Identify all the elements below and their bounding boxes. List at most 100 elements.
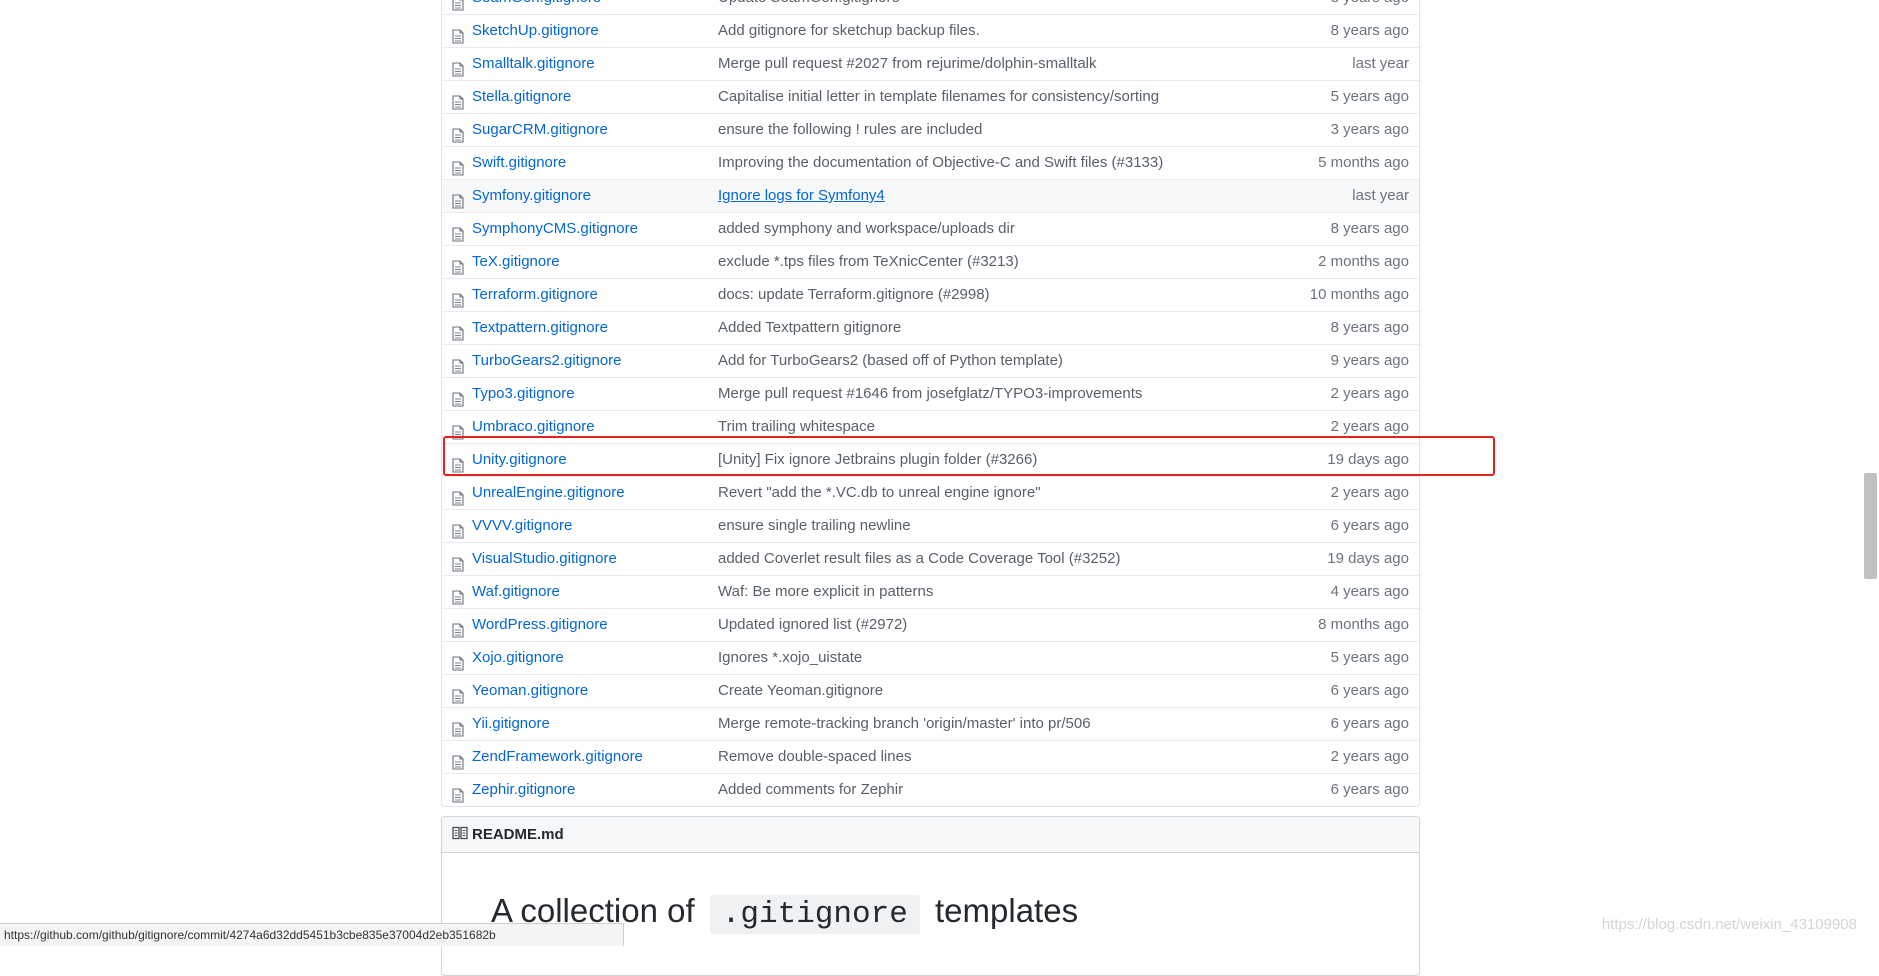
file-row[interactable]: SymphonyCMS.gitignore added symphony and …: [442, 212, 1419, 245]
commit-message-link[interactable]: Waf: Be more explicit in patterns: [718, 576, 933, 608]
commit-message-link[interactable]: exclude *.tps files from TeXnicCenter (#…: [718, 246, 1019, 278]
commit-message-link[interactable]: Add for TurboGears2 (based off of Python…: [718, 345, 1063, 377]
commit-message-link[interactable]: Create Yeoman.gitignore: [718, 675, 883, 707]
commit-message-link[interactable]: docs: update Terraform.gitignore (#2998): [718, 279, 990, 311]
file-icon: [452, 717, 464, 737]
commit-message-link[interactable]: ensure single trailing newline: [718, 510, 911, 542]
file-name-link[interactable]: Yii.gitignore: [472, 708, 550, 740]
file-row[interactable]: Waf.gitignore Waf: Be more explicit in pa…: [442, 575, 1419, 608]
file-icon: [452, 354, 464, 374]
commit-age: 6 years ago: [1330, 715, 1409, 732]
file-name-link[interactable]: Unity.gitignore: [472, 444, 567, 476]
page-scrollbar[interactable]: [1862, 0, 1879, 946]
file-name-link[interactable]: SymphonyCMS.gitignore: [472, 213, 638, 245]
file-row[interactable]: Xojo.gitignore Ignores *.xojo_uistate 5 ye…: [442, 641, 1419, 674]
commit-age: 8 months ago: [1318, 616, 1409, 633]
file-name-link[interactable]: Smalltalk.gitignore: [472, 48, 595, 80]
commit-message-link[interactable]: Update SeamGen.gitignore: [718, 0, 900, 14]
file-name-link[interactable]: ZendFramework.gitignore: [472, 741, 643, 773]
commit-message-link[interactable]: Ignores *.xojo_uistate: [718, 642, 862, 674]
file-name-link[interactable]: Yeoman.gitignore: [472, 675, 588, 707]
file-name-link[interactable]: Zephir.gitignore: [472, 774, 575, 806]
file-row[interactable]: VisualStudio.gitignore added Coverlet res…: [442, 542, 1419, 575]
file-row[interactable]: ZendFramework.gitignore Remove double-spa…: [442, 740, 1419, 773]
commit-message-link[interactable]: Add gitignore for sketchup backup files.: [718, 15, 980, 47]
file-name-link[interactable]: UnrealEngine.gitignore: [472, 477, 625, 509]
file-row[interactable]: Typo3.gitignore Merge pull request #1646 …: [442, 377, 1419, 410]
file-name-link[interactable]: Textpattern.gitignore: [472, 312, 608, 344]
file-icon: [452, 90, 464, 110]
file-row[interactable]: SketchUp.gitignore Add gitignore for sket…: [442, 14, 1419, 47]
file-name-link[interactable]: WordPress.gitignore: [472, 609, 608, 641]
commit-message-link[interactable]: Merge remote-tracking branch 'origin/mas…: [718, 708, 1091, 740]
commit-message-link[interactable]: Remove double-spaced lines: [718, 741, 911, 773]
file-row[interactable]: WordPress.gitignore Updated ignored list …: [442, 608, 1419, 641]
file-name-link[interactable]: SketchUp.gitignore: [472, 15, 599, 47]
file-name-link[interactable]: Stella.gitignore: [472, 81, 571, 113]
file-name-link[interactable]: Xojo.gitignore: [472, 642, 564, 674]
file-row[interactable]: Smalltalk.gitignore Merge pull request #2…: [442, 47, 1419, 80]
file-row[interactable]: UnrealEngine.gitignore Revert "add the *.…: [442, 476, 1419, 509]
file-name-link[interactable]: Typo3.gitignore: [472, 378, 575, 410]
file-name-link[interactable]: SugarCRM.gitignore: [472, 114, 608, 146]
commit-age: 2 months ago: [1318, 253, 1409, 270]
readme-filename: README.md: [472, 826, 564, 843]
file-icon: [452, 387, 464, 407]
file-row[interactable]: Unity.gitignore [Unity] Fix ignore Jetbra…: [442, 443, 1419, 476]
commit-message-link[interactable]: Added comments for Zephir: [718, 774, 903, 806]
file-name-link[interactable]: Symfony.gitignore: [472, 180, 591, 212]
file-row[interactable]: VVVV.gitignore ensure single trailing new…: [442, 509, 1419, 542]
commit-message-link[interactable]: Added Textpattern gitignore: [718, 312, 901, 344]
commit-message-link[interactable]: Improving the documentation of Objective…: [718, 147, 1163, 179]
file-row[interactable]: Terraform.gitignore docs: update Terrafor…: [442, 278, 1419, 311]
commit-message-link[interactable]: Trim trailing whitespace: [718, 411, 875, 443]
commit-message-link[interactable]: Capitalise initial letter in template fi…: [718, 81, 1159, 113]
readme-title-code: .gitignore: [709, 895, 920, 934]
file-row[interactable]: Symfony.gitignore Ignore logs for Symfony…: [442, 179, 1419, 212]
file-row[interactable]: SugarCRM.gitignore ensure the following !…: [442, 113, 1419, 146]
commit-age: last year: [1352, 187, 1409, 204]
file-icon: [452, 750, 464, 770]
file-row[interactable]: Textpattern.gitignore Added Textpattern g…: [442, 311, 1419, 344]
book-icon: [452, 818, 468, 853]
commit-age: 6 years ago: [1330, 781, 1409, 798]
commit-age: 6 years ago: [1330, 517, 1409, 534]
file-icon: [452, 453, 464, 473]
commit-message-link[interactable]: [Unity] Fix ignore Jetbrains plugin fold…: [718, 444, 1037, 476]
file-name-link[interactable]: Terraform.gitignore: [472, 279, 598, 311]
file-row[interactable]: SeamGen.gitignore Update SeamGen.gitignor…: [442, 0, 1419, 14]
file-row[interactable]: Yeoman.gitignore Create Yeoman.gitignore 6…: [442, 674, 1419, 707]
file-name-link[interactable]: VVVV.gitignore: [472, 510, 572, 542]
file-name-link[interactable]: SeamGen.gitignore: [472, 0, 601, 14]
file-name-link[interactable]: Swift.gitignore: [472, 147, 566, 179]
readme-panel: README.md A collection of .gitignore tem…: [441, 816, 1420, 976]
file-row[interactable]: TurboGears2.gitignore Add for TurboGears2…: [442, 344, 1419, 377]
file-row[interactable]: Zephir.gitignore Added comments for Zephi…: [442, 773, 1419, 806]
commit-age: 3 years ago: [1330, 121, 1409, 138]
commit-message-link[interactable]: Revert "add the *.VC.db to unreal engine…: [718, 477, 1041, 509]
commit-age: 8 years ago: [1330, 22, 1409, 39]
file-icon: [452, 618, 464, 638]
commit-age: 5 months ago: [1318, 154, 1409, 171]
file-name-link[interactable]: TurboGears2.gitignore: [472, 345, 622, 377]
commit-message-link[interactable]: Ignore logs for Symfony4: [718, 180, 885, 212]
file-name-link[interactable]: Umbraco.gitignore: [472, 411, 595, 443]
file-row[interactable]: Stella.gitignore Capitalise initial lette…: [442, 80, 1419, 113]
commit-age: 9 years ago: [1330, 352, 1409, 369]
commit-message-link[interactable]: added Coverlet result files as a Code Co…: [718, 543, 1120, 575]
commit-message-link[interactable]: Updated ignored list (#2972): [718, 609, 907, 641]
commit-message-link[interactable]: added symphony and workspace/uploads dir: [718, 213, 1015, 245]
readme-header: README.md: [442, 817, 1419, 853]
file-name-link[interactable]: TeX.gitignore: [472, 246, 560, 278]
commit-message-link[interactable]: Merge pull request #2027 from rejurime/d…: [718, 48, 1097, 80]
scrollbar-thumb[interactable]: [1864, 473, 1877, 579]
readme-title-suffix: templates: [935, 892, 1079, 929]
file-name-link[interactable]: Waf.gitignore: [472, 576, 560, 608]
commit-message-link[interactable]: Merge pull request #1646 from josefglatz…: [718, 378, 1142, 410]
file-row[interactable]: Umbraco.gitignore Trim trailing whitespac…: [442, 410, 1419, 443]
commit-message-link[interactable]: ensure the following ! rules are include…: [718, 114, 982, 146]
file-name-link[interactable]: VisualStudio.gitignore: [472, 543, 617, 575]
file-row[interactable]: Swift.gitignore Improving the documentati…: [442, 146, 1419, 179]
file-row[interactable]: Yii.gitignore Merge remote-tracking branc…: [442, 707, 1419, 740]
file-row[interactable]: TeX.gitignore exclude *.tps files from Te…: [442, 245, 1419, 278]
